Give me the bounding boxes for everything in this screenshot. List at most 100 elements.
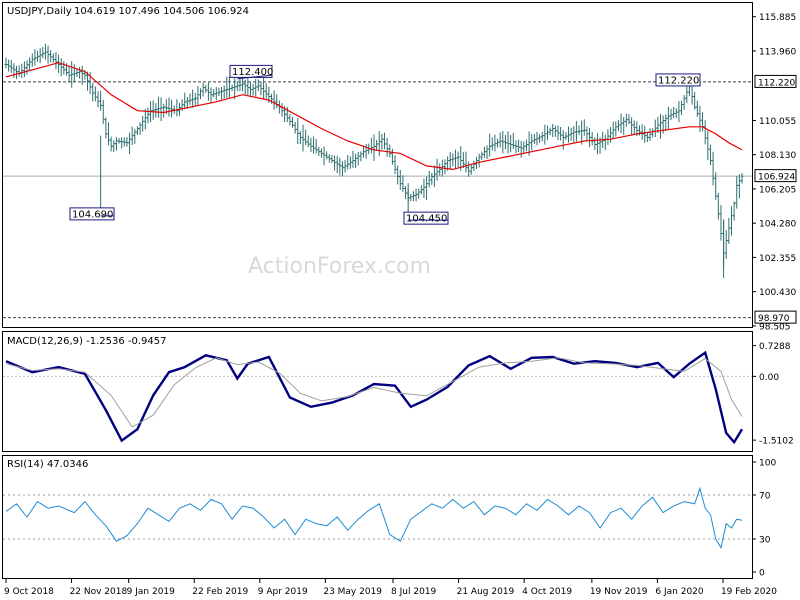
price-bar (238, 77, 242, 92)
price-bar (708, 144, 712, 166)
price-bar (480, 151, 484, 161)
price-bar (453, 149, 457, 170)
price-bar (414, 188, 418, 202)
price-bar (201, 82, 205, 97)
watermark: ActionForex.com (248, 254, 431, 279)
price-bar (93, 86, 97, 102)
price-bar (17, 65, 21, 77)
price-bar (695, 100, 699, 117)
price-bar (553, 125, 557, 137)
rsi-tick-label: 30 (759, 536, 771, 546)
price-bar (380, 133, 384, 150)
price-bar (67, 65, 71, 83)
price-bar (125, 137, 129, 147)
price-bar (503, 134, 507, 150)
macd-signal-line (5, 357, 743, 428)
price-bar (464, 151, 468, 173)
price-bar (38, 48, 42, 64)
price-bar (545, 125, 549, 141)
price-header-symbol: USDJPY,Daily (7, 6, 72, 17)
x-tick-label: 22 Feb 2019 (192, 587, 248, 597)
price-bar (393, 155, 397, 175)
price-bar (22, 61, 26, 78)
price-bar (419, 185, 423, 195)
price-bar (51, 53, 55, 63)
price-bar (577, 125, 581, 136)
price-bar (727, 217, 731, 244)
price-bar (72, 64, 76, 83)
price-bar (701, 112, 705, 132)
rsi-panel-frame (2, 455, 753, 579)
price-tag-98-970-text: 98.970 (758, 314, 790, 324)
price-tick-label: 102.355 (759, 254, 796, 264)
rsi-header: RSI(14) 47.0346 (7, 459, 88, 470)
price-bar (20, 63, 24, 78)
price-bar (606, 129, 610, 145)
price-bar (611, 121, 615, 139)
price-bar (319, 148, 323, 158)
annotation-112-400-text: 112.400 (232, 67, 273, 78)
price-bar (377, 131, 381, 157)
price-bar (212, 89, 216, 98)
price-bar (375, 139, 379, 151)
price-bar (522, 141, 526, 155)
price-bar (130, 126, 134, 146)
annotation-104-690-text: 104.690 (72, 209, 113, 220)
price-bar (385, 138, 389, 157)
price-bar (564, 132, 568, 141)
annotation-112-220: 112.220 (655, 73, 701, 87)
price-bar (630, 117, 634, 135)
x-tick-label: 6 Jan 2020 (655, 587, 703, 597)
price-bar (732, 201, 736, 221)
annotation-104-450-text: 104.450 (406, 214, 447, 225)
price-bar (59, 58, 63, 77)
price-bar (729, 206, 733, 236)
price-bar (222, 85, 226, 99)
price-bar (648, 128, 652, 141)
price-bar (632, 120, 636, 135)
price-bar (609, 127, 613, 143)
price-bar (4, 57, 8, 69)
price-bar (496, 138, 500, 148)
price-tick-label: 104.280 (759, 220, 796, 230)
price-bar (91, 83, 95, 102)
price-tick-label: 115.885 (759, 13, 796, 23)
price-tag-current: 106.924 (754, 169, 797, 183)
price-bar (669, 108, 673, 121)
price-bar (548, 127, 552, 136)
price-bar (57, 54, 61, 73)
price-bar (716, 193, 720, 220)
price-bar (356, 151, 360, 166)
price-bar (735, 176, 739, 209)
price-bar (188, 93, 192, 106)
price-bar (109, 136, 113, 152)
price-bar (640, 124, 644, 140)
price-tick-label: 106.205 (759, 185, 796, 195)
price-bar (622, 116, 626, 136)
price-bar (117, 137, 121, 144)
price-bar (309, 137, 313, 153)
price-bar (354, 153, 358, 168)
price-bar (70, 61, 74, 88)
usdjpy-chart: ActionForex.com USDJPY,Daily 104.619 107… (2, 2, 797, 597)
price-bar (107, 122, 111, 146)
price-bar (401, 175, 405, 192)
price-bar (15, 65, 19, 80)
price-bar (280, 103, 284, 117)
price-bar (724, 229, 728, 259)
annotation-112-220-text: 112.220 (658, 75, 699, 86)
price-bar (511, 132, 515, 150)
x-tick-label: 9 Apr 2019 (258, 587, 308, 597)
price-bar (627, 114, 631, 125)
price-bar (275, 94, 279, 109)
price-bar (425, 176, 429, 200)
price-bar (151, 100, 155, 120)
price-bar (396, 165, 400, 185)
price-bar (335, 155, 339, 174)
price-bar (120, 137, 124, 149)
macd-tick-label: 0.7288 (759, 342, 791, 352)
price-bar (101, 100, 105, 124)
price-bar (517, 139, 521, 153)
price-bar (388, 144, 392, 158)
x-tick-label: 9 Oct 2018 (4, 587, 54, 597)
